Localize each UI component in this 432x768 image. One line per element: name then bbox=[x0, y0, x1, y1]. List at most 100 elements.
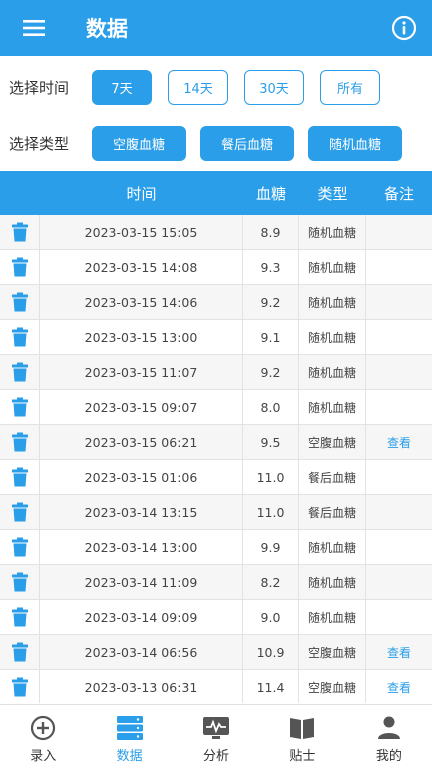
type-chip-random[interactable]: 随机血糖 bbox=[308, 125, 402, 161]
nav-item-data[interactable]: 数据 bbox=[86, 705, 172, 768]
trash-icon bbox=[11, 572, 28, 592]
row-note bbox=[366, 390, 432, 424]
trash-icon bbox=[11, 502, 28, 522]
row-type: 餐后血糖 bbox=[299, 460, 366, 494]
row-type: 空腹血糖 bbox=[299, 425, 366, 459]
table-header: 时间 血糖 类型 备注 bbox=[0, 171, 432, 215]
trash-icon bbox=[11, 292, 28, 312]
trash-icon bbox=[11, 257, 28, 277]
delete-button[interactable] bbox=[0, 285, 40, 319]
row-time: 2023-03-13 06:31 bbox=[40, 670, 243, 703]
delete-button[interactable] bbox=[0, 390, 40, 424]
nav-item-me[interactable]: 我的 bbox=[346, 705, 432, 768]
records-table[interactable]: 2023-03-15 15:05 8.9 随机血糖 2023-03-15 14:08 9… bbox=[0, 215, 432, 703]
row-time: 2023-03-15 14:06 bbox=[40, 285, 243, 319]
row-time: 2023-03-14 11:09 bbox=[40, 565, 243, 599]
view-note-link[interactable]: 查看 bbox=[387, 434, 411, 451]
column-header-time: 时间 bbox=[126, 184, 157, 203]
view-note-link[interactable]: 查看 bbox=[387, 679, 411, 696]
table-row: 2023-03-14 13:15 11.0 餐后血糖 bbox=[0, 495, 432, 530]
time-filter-label: 选择时间 bbox=[9, 78, 70, 97]
trash-icon bbox=[11, 677, 28, 697]
nav-item-analysis[interactable]: 分析 bbox=[173, 705, 259, 768]
delete-button[interactable] bbox=[0, 460, 40, 494]
type-chip-postmeal[interactable]: 餐后血糖 bbox=[200, 125, 294, 161]
delete-button[interactable] bbox=[0, 495, 40, 529]
row-note bbox=[366, 215, 432, 249]
type-chip-fasting[interactable]: 空腹血糖 bbox=[92, 125, 186, 161]
trash-icon bbox=[11, 432, 28, 452]
row-glucose-value: 8.0 bbox=[243, 390, 299, 424]
trash-icon bbox=[11, 607, 28, 627]
delete-button[interactable] bbox=[0, 355, 40, 389]
delete-button[interactable] bbox=[0, 530, 40, 564]
row-time: 2023-03-15 01:06 bbox=[40, 460, 243, 494]
row-note bbox=[366, 250, 432, 284]
delete-button[interactable] bbox=[0, 600, 40, 634]
delete-button[interactable] bbox=[0, 215, 40, 249]
database-icon bbox=[116, 716, 143, 740]
nav-label-tips: 贴士 bbox=[289, 749, 316, 764]
time-filter-row: 选择时间 7天 14天 30天 所有 bbox=[0, 68, 432, 106]
row-glucose-value: 11.0 bbox=[243, 460, 299, 494]
column-header-type: 类型 bbox=[317, 184, 348, 203]
row-note: 查看 bbox=[366, 635, 432, 669]
table-row: 2023-03-15 09:07 8.0 随机血糖 bbox=[0, 390, 432, 425]
row-type: 随机血糖 bbox=[299, 215, 366, 249]
delete-button[interactable] bbox=[0, 635, 40, 669]
delete-button[interactable] bbox=[0, 320, 40, 354]
row-note bbox=[366, 530, 432, 564]
row-glucose-value: 9.3 bbox=[243, 250, 299, 284]
type-filter-label: 选择类型 bbox=[9, 134, 70, 153]
table-row: 2023-03-14 06:56 10.9 空腹血糖 查看 bbox=[0, 635, 432, 670]
row-time: 2023-03-15 06:21 bbox=[40, 425, 243, 459]
time-chip-7d[interactable]: 7天 bbox=[92, 69, 152, 105]
row-type: 随机血糖 bbox=[299, 600, 366, 634]
row-glucose-value: 9.2 bbox=[243, 355, 299, 389]
nav-item-tips[interactable]: 贴士 bbox=[259, 705, 345, 768]
row-note bbox=[366, 355, 432, 389]
time-chip-30d[interactable]: 30天 bbox=[244, 69, 304, 105]
table-row: 2023-03-15 14:08 9.3 随机血糖 bbox=[0, 250, 432, 285]
menu-icon bbox=[23, 20, 45, 36]
row-type: 随机血糖 bbox=[299, 530, 366, 564]
nav-item-entry[interactable]: 录入 bbox=[0, 705, 86, 768]
time-chip-all[interactable]: 所有 bbox=[320, 69, 380, 105]
delete-button[interactable] bbox=[0, 250, 40, 284]
bottom-nav: 录入 数据 分析 贴士 我的 bbox=[0, 704, 432, 768]
row-time: 2023-03-14 13:15 bbox=[40, 495, 243, 529]
row-time: 2023-03-15 09:07 bbox=[40, 390, 243, 424]
row-type: 随机血糖 bbox=[299, 320, 366, 354]
row-note bbox=[366, 460, 432, 494]
table-row: 2023-03-15 06:21 9.5 空腹血糖 查看 bbox=[0, 425, 432, 460]
row-glucose-value: 10.9 bbox=[243, 635, 299, 669]
trash-icon bbox=[11, 362, 28, 382]
view-note-link[interactable]: 查看 bbox=[387, 644, 411, 661]
user-icon bbox=[377, 716, 400, 739]
delete-button[interactable] bbox=[0, 565, 40, 599]
row-type: 空腹血糖 bbox=[299, 635, 366, 669]
trash-icon bbox=[11, 397, 28, 417]
analysis-icon bbox=[203, 717, 230, 739]
menu-button[interactable] bbox=[0, 0, 68, 56]
row-glucose-value: 9.1 bbox=[243, 320, 299, 354]
row-time: 2023-03-14 09:09 bbox=[40, 600, 243, 634]
type-filter-row: 选择类型 空腹血糖 餐后血糖 随机血糖 bbox=[0, 124, 432, 162]
time-chip-14d[interactable]: 14天 bbox=[168, 69, 228, 105]
app-bar: 数据 bbox=[0, 0, 432, 56]
table-row: 2023-03-14 11:09 8.2 随机血糖 bbox=[0, 565, 432, 600]
row-glucose-value: 11.0 bbox=[243, 495, 299, 529]
row-note bbox=[366, 320, 432, 354]
nav-label-me: 我的 bbox=[375, 749, 402, 764]
row-time: 2023-03-14 13:00 bbox=[40, 530, 243, 564]
info-button[interactable] bbox=[376, 0, 432, 56]
trash-icon bbox=[11, 642, 28, 662]
table-row: 2023-03-14 09:09 9.0 随机血糖 bbox=[0, 600, 432, 635]
nav-label-analysis: 分析 bbox=[203, 749, 230, 764]
row-glucose-value: 9.0 bbox=[243, 600, 299, 634]
row-glucose-value: 8.9 bbox=[243, 215, 299, 249]
trash-icon bbox=[11, 537, 28, 557]
delete-button[interactable] bbox=[0, 425, 40, 459]
row-glucose-value: 9.9 bbox=[243, 530, 299, 564]
delete-button[interactable] bbox=[0, 670, 40, 703]
